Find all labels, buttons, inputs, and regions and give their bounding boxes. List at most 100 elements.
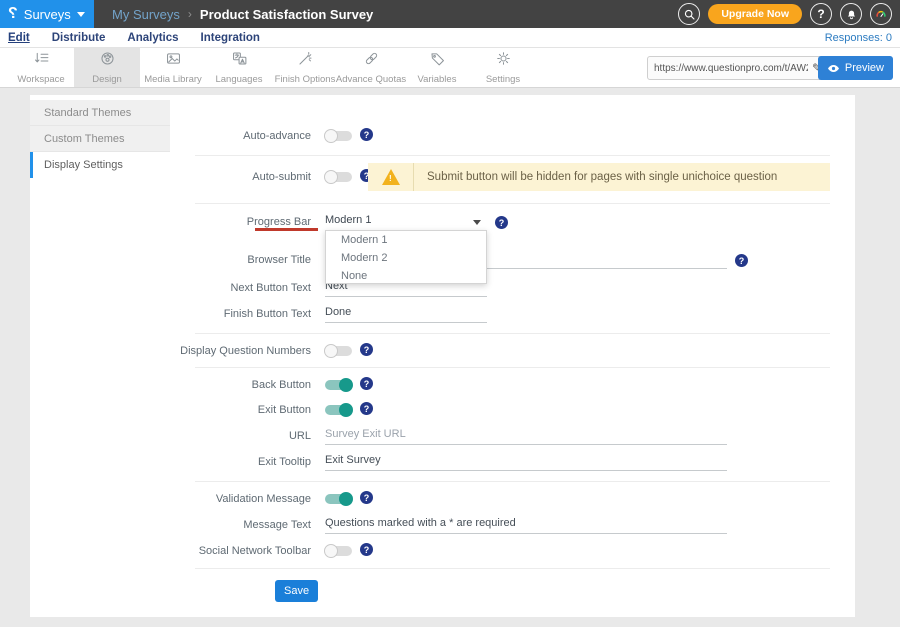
dropdown-option-modern-1[interactable]: Modern 1 [326, 231, 486, 249]
save-button[interactable]: Save [275, 580, 318, 602]
social-network-toolbar-help-icon[interactable]: ? [360, 543, 373, 556]
dropdown-option-modern-2[interactable]: Modern 2 [326, 249, 486, 267]
section-divider [195, 203, 830, 204]
chevron-down-icon [77, 12, 85, 17]
responses-count[interactable]: Responses: 0 [825, 32, 892, 44]
next-button-text-label: Next Button Text [170, 282, 311, 294]
message-text-input[interactable]: Questions marked with a * are required [325, 517, 727, 534]
toolbar-design[interactable]: Design [74, 48, 140, 87]
toolbar-finish-options[interactable]: Finish Options [272, 48, 338, 87]
sidebar-item-display-settings[interactable]: Display Settings [30, 152, 170, 178]
design-sidebar: Standard Themes Custom Themes Display Se… [30, 100, 170, 178]
progress-bar-selected-value: Modern 1 [325, 214, 371, 226]
display-question-numbers-toggle[interactable] [325, 346, 352, 356]
toolbar-workspace[interactable]: Workspace [8, 48, 74, 87]
exit-button-help-icon[interactable]: ? [360, 402, 373, 415]
breadcrumb-separator: › [188, 7, 192, 21]
chain-links-icon [363, 50, 380, 72]
nav-integration[interactable]: Integration [201, 32, 260, 44]
exit-url-row: URL Survey Exit URL [170, 428, 855, 446]
social-network-toolbar-label: Social Network Toolbar [170, 545, 311, 557]
exit-url-input[interactable]: Survey Exit URL [325, 428, 727, 445]
exit-button-toggle[interactable] [325, 405, 352, 415]
back-button-toggle[interactable] [325, 380, 352, 390]
eye-icon [827, 64, 840, 73]
product-switcher[interactable]: ? Surveys [0, 0, 94, 28]
display-settings-panel: Standard Themes Custom Themes Display Se… [30, 95, 855, 617]
nav-edit[interactable]: Edit [8, 32, 30, 44]
toolbar-settings[interactable]: Settings [470, 48, 536, 87]
finish-button-text-input[interactable]: Done [325, 306, 487, 323]
exit-tooltip-label: Exit Tooltip [170, 456, 311, 468]
section-divider [195, 367, 830, 368]
sidebar-item-standard-themes[interactable]: Standard Themes [30, 100, 170, 126]
display-question-numbers-row: Display Question Numbers ? [170, 343, 855, 361]
toolbar-variables[interactable]: Variables [404, 48, 470, 87]
design-palette-icon [99, 50, 116, 72]
usage-gauge-icon[interactable] [870, 3, 892, 25]
finish-button-text-row: Finish Button Text Done [170, 306, 855, 324]
display-question-numbers-help-icon[interactable]: ? [360, 343, 373, 356]
auto-advance-label: Auto-advance [170, 130, 311, 142]
section-divider [195, 568, 830, 569]
nav-analytics[interactable]: Analytics [127, 32, 178, 44]
finish-button-text-label: Finish Button Text [170, 308, 311, 320]
section-divider [195, 155, 830, 156]
social-network-toolbar-row: Social Network Toolbar ? [170, 543, 855, 561]
back-button-help-icon[interactable]: ? [360, 377, 373, 390]
topbar-actions: Upgrade Now ? [678, 3, 900, 25]
sidebar-item-custom-themes[interactable]: Custom Themes [30, 126, 170, 152]
tag-icon [429, 50, 446, 72]
back-button-label: Back Button [170, 379, 311, 391]
progress-bar-select[interactable]: Modern 1 [325, 214, 487, 231]
help-icon[interactable]: ? [810, 3, 832, 25]
auto-submit-warning: ! Submit button will be hidden for pages… [368, 163, 830, 191]
validation-message-label: Validation Message [170, 493, 311, 505]
validation-message-help-icon[interactable]: ? [360, 491, 373, 504]
magic-wand-icon [297, 50, 314, 72]
media-library-icon [165, 50, 182, 72]
upgrade-now-button[interactable]: Upgrade Now [708, 4, 802, 24]
validation-message-toggle[interactable] [325, 494, 352, 504]
survey-nav: Edit Distribute Analytics Integration Re… [0, 28, 900, 48]
validation-message-row: Validation Message ? [170, 491, 855, 509]
exit-button-row: Exit Button ? [170, 402, 855, 420]
exit-tooltip-row: Exit Tooltip Exit Survey [170, 454, 855, 472]
browser-title-label: Browser Title [170, 254, 311, 266]
survey-url-value: https://www.questionpro.com/t/AW22Zh44 [654, 63, 808, 74]
auto-advance-toggle[interactable] [325, 131, 352, 141]
product-menu-label: Surveys [24, 7, 71, 22]
progress-bar-label: Progress Bar [170, 216, 311, 228]
browser-title-row: Browser Title ? [170, 252, 855, 270]
progress-bar-row: Progress Bar Modern 1 ? Modern 1 Modern … [170, 214, 855, 232]
social-network-toolbar-toggle[interactable] [325, 546, 352, 556]
exit-url-label: URL [170, 430, 311, 442]
dropdown-option-none[interactable]: None [326, 267, 486, 285]
toolbar-advance-quotas[interactable]: Advance Quotas [338, 48, 404, 87]
notifications-bell-icon[interactable] [840, 3, 862, 25]
toolbar-media-library[interactable]: Media Library [140, 48, 206, 87]
questionpro-logo-icon: ? [8, 6, 18, 22]
select-caret-icon [473, 220, 481, 225]
survey-title: Product Satisfaction Survey [200, 7, 373, 22]
next-button-text-row: Next Button Text Next [170, 280, 855, 298]
exit-tooltip-input[interactable]: Exit Survey [325, 454, 727, 471]
progress-bar-dropdown: Modern 1 Modern 2 None [325, 230, 487, 284]
section-divider [195, 481, 830, 482]
warning-triangle-icon: ! [382, 169, 400, 185]
auto-submit-toggle[interactable] [325, 172, 352, 182]
survey-url-field[interactable]: https://www.questionpro.com/t/AW22Zh44 ✎ [647, 56, 829, 80]
search-icon[interactable] [678, 3, 700, 25]
warning-message: Submit button will be hidden for pages w… [427, 171, 777, 183]
progress-bar-help-icon[interactable]: ? [495, 216, 508, 229]
auto-submit-label: Auto-submit [170, 171, 311, 183]
back-button-row: Back Button ? [170, 377, 855, 395]
preview-button[interactable]: Preview [818, 56, 893, 80]
red-annotation-underline [255, 228, 318, 231]
auto-advance-help-icon[interactable]: ? [360, 128, 373, 141]
breadcrumb-my-surveys[interactable]: My Surveys [112, 7, 180, 22]
nav-distribute[interactable]: Distribute [52, 32, 106, 44]
display-question-numbers-label: Display Question Numbers [170, 345, 311, 357]
browser-title-help-icon[interactable]: ? [735, 254, 748, 267]
toolbar-languages[interactable]: Languages [206, 48, 272, 87]
